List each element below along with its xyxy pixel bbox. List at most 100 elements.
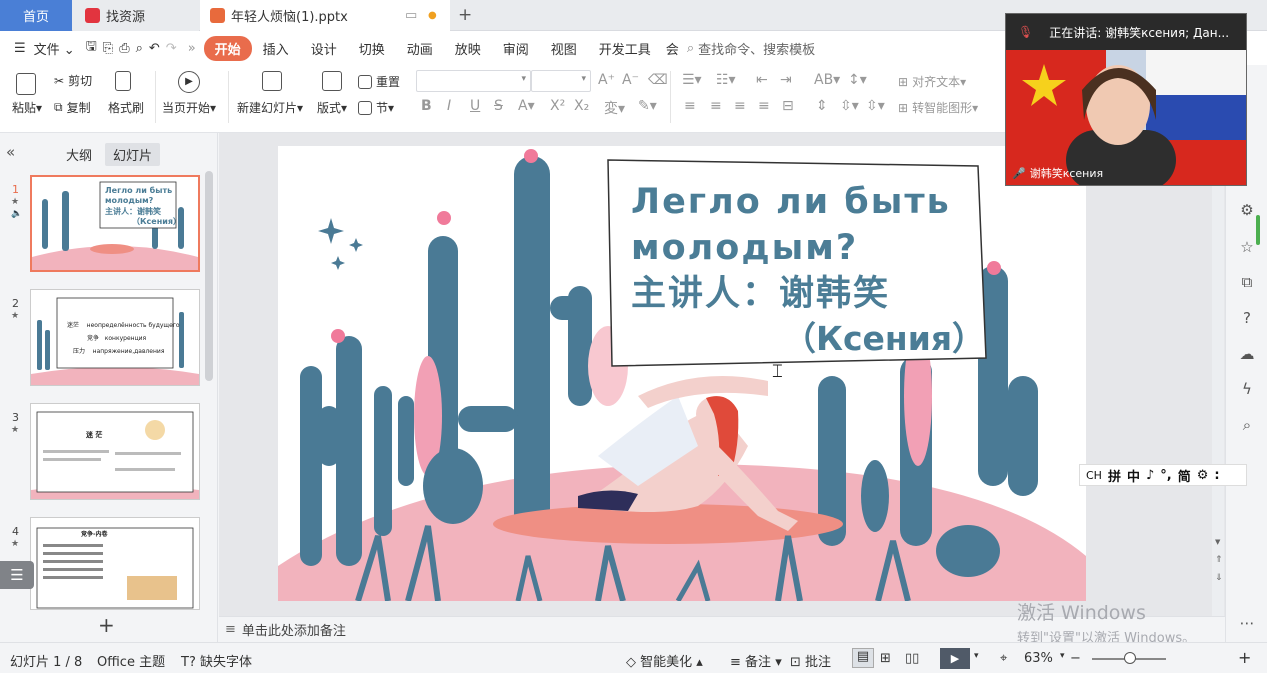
zoom-slider-handle[interactable] [1124,652,1136,664]
line-spacing-icon[interactable]: ↕▾ [848,72,867,88]
justify-icon[interactable]: ≡ [758,98,770,114]
ime-punct[interactable]: °, [1160,468,1171,483]
font-color-icon[interactable]: A▾ [518,98,535,114]
undo-icon[interactable]: ↶ [146,41,163,56]
missing-font-button[interactable]: T? 缺失字体 [181,651,252,670]
clear-format-icon[interactable]: ⌫ [648,72,668,88]
layout-button[interactable]: 版式 ▾ [317,99,347,116]
beautify-button[interactable]: ◇ 智能美化 ▴ [626,651,703,670]
paragraph-spacing-icon[interactable]: ⇕ [816,98,828,114]
reader-icon[interactable]: ⌕ [1237,415,1257,435]
file-menu[interactable]: 文件 ⌄ [34,39,83,58]
lightning-icon[interactable]: ϟ [1237,379,1257,399]
columns-icon[interactable]: ⇳▾ [866,98,885,114]
more-options-icon[interactable]: ⋯ [1237,613,1257,633]
new-slide-icon[interactable] [262,71,286,91]
sliders-icon[interactable]: ⚙ [1237,200,1257,220]
align-text-button[interactable]: ⊞ 对齐文本 ▾ [898,73,966,90]
bullets-icon[interactable]: ☰▾ [682,72,702,88]
grid-view-icon[interactable]: ⊞ [880,651,891,666]
indent-icon[interactable]: ⇥ [780,72,792,88]
italic-icon[interactable]: I [447,98,451,114]
menu-tab-meeting[interactable]: 会 [662,39,683,58]
help-icon[interactable]: ? [1237,308,1257,328]
normal-view-icon[interactable]: ▤ [852,648,874,668]
export-icon[interactable]: ⎘ [100,41,116,56]
tab-document[interactable]: 年轻人烦恼(1).pptx ▭ ● [200,0,450,31]
menu-tab-animation[interactable]: 动画 [396,39,444,58]
decrease-font-icon[interactable]: A⁻ [622,72,639,88]
play-options-icon[interactable]: ▾ [974,651,979,661]
theme-name[interactable]: Office 主题 [97,651,165,670]
slide-thumb-1[interactable]: Легло ли быть молодым? 主讲人：谢韩笑 （Ксения） [30,175,200,272]
monitor-icon[interactable]: ▭ [405,8,417,23]
ime-simplified[interactable]: 简 [1178,466,1191,485]
notes-button[interactable]: ≡ 备注 ▾ [730,651,782,670]
phonetic-icon[interactable]: 変▾ [604,98,625,118]
reading-view-icon[interactable]: ▯▯ [905,651,919,666]
align-right-icon[interactable]: ≡ [734,98,746,114]
cloud-icon[interactable]: ☁ [1237,344,1257,364]
from-current-button[interactable]: 当页开始 ▾ [162,99,216,116]
section-button[interactable]: 节 ▾ [358,99,394,116]
tab-home[interactable]: 首页 [0,0,72,31]
slide-thumb-2[interactable]: 迷茫 неопределённость будущего 竞争 конкурен… [30,289,200,386]
prev-slide-icon[interactable]: ⇑ [1215,555,1223,565]
layout-icon[interactable] [322,71,346,91]
menu-tab-slideshow[interactable]: 放映 [444,39,492,58]
paste-button[interactable]: 粘贴 ▾ [12,99,42,116]
menu-tab-developer[interactable]: 开发工具 [588,39,662,58]
format-painter-button[interactable]: 格式刷 [108,99,144,116]
preview-icon[interactable]: ⌕ [133,41,146,56]
zoom-in-icon[interactable]: + [1238,648,1251,667]
print-icon[interactable]: ⎙ [116,41,132,56]
bold-icon[interactable]: B [421,98,432,114]
ime-more[interactable]: : [1214,468,1219,483]
new-tab-icon[interactable]: + [458,5,472,25]
ime-pinyin[interactable]: 拼 [1108,466,1121,485]
pin-icon[interactable]: ☆ [1237,237,1257,257]
slide-thumb-4[interactable]: 竞争-内卷 [30,517,200,610]
new-slide-button[interactable]: 新建幻灯片 ▾ [237,99,303,116]
zoom-dropdown-icon[interactable]: ▾ [1060,651,1065,661]
collapse-panel-icon[interactable]: « [6,143,15,161]
menu-tab-start[interactable]: 开始 [203,35,252,61]
superscript-icon[interactable]: X² [550,98,565,114]
highlight-icon[interactable]: ✎▾ [638,98,657,114]
font-size-select[interactable]: ▾ [531,70,591,92]
save-icon[interactable]: 🖫 [83,37,100,59]
add-slide-icon[interactable]: + [98,613,115,637]
tab-slides[interactable]: 幻灯片 [105,143,161,166]
tab-resources[interactable]: 找资源 [73,0,199,31]
vertical-scrollbar[interactable]: ▼ ⇑ ⇓ [1212,133,1224,616]
align-left-icon[interactable]: ≡ [684,98,696,114]
slide-1[interactable]: Легло ли быть молодым? 主讲人：谢韩笑 （Ксения） … [278,146,1086,601]
ime-settings-icon[interactable]: ⚙ [1197,468,1209,483]
cut-button[interactable]: ✂ 剪切 [54,72,92,89]
distribute-icon[interactable]: ⊟ [782,98,794,114]
subscript-icon[interactable]: X₂ [574,98,589,114]
paste-icon[interactable] [16,73,40,95]
spacing-icon[interactable]: ⇳▾ [840,98,859,114]
scroll-down-icon[interactable]: ▼ [1215,538,1220,546]
text-direction-icon[interactable]: AB▾ [814,72,840,88]
ime-toolbar[interactable]: CH 拼 中 ♪ °, 简 ⚙ : [1079,464,1247,486]
tab-outline[interactable]: 大纲 [66,145,92,164]
hamburger-icon[interactable]: ☰ [0,41,34,56]
panel-scrollbar[interactable] [205,171,213,381]
copy-icon[interactable]: ⧉ [1237,272,1257,292]
more-icon[interactable]: » [180,41,204,56]
slide-speaker-name[interactable]: （Ксения） [783,312,985,360]
align-center-icon[interactable]: ≡ [710,98,722,114]
increase-font-icon[interactable]: A⁺ [598,72,615,88]
smart-shape-button[interactable]: ⊞ 转智能图形 ▾ [898,99,978,116]
reset-button[interactable]: 重置 [358,73,400,90]
search-icon[interactable]: ⌕ [683,41,698,56]
menu-tab-transition[interactable]: 切换 [348,39,396,58]
slide-thumb-3[interactable]: 迷 茫 [30,403,200,500]
menu-tab-view[interactable]: 视图 [540,39,588,58]
comments-button[interactable]: ⊡ 批注 [790,651,831,670]
fit-window-icon[interactable]: ⌖ [1000,651,1007,666]
zoom-value[interactable]: 63% [1024,651,1053,666]
ime-lang[interactable]: CH [1086,469,1102,482]
